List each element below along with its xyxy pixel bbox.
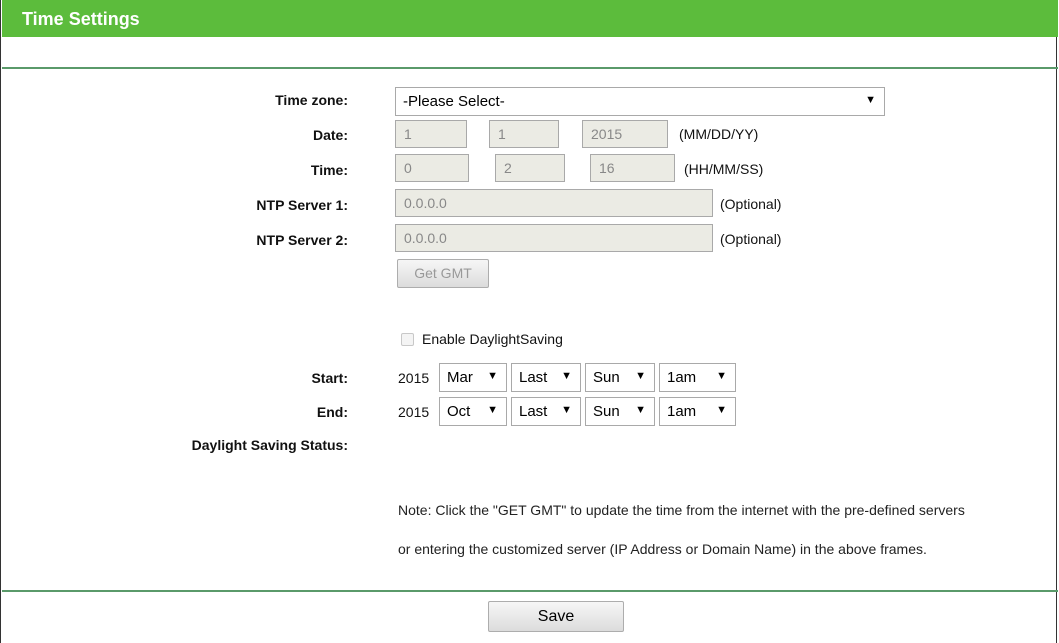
- save-button[interactable]: Save: [488, 601, 624, 632]
- daylight-status-label: Daylight Saving Status:: [191, 437, 348, 453]
- date-format-hint: (MM/DD/YY): [679, 126, 759, 142]
- chevron-down-icon: ▼: [716, 370, 727, 382]
- title-bar: Time Settings: [2, 0, 1058, 37]
- chevron-down-icon: ▼: [487, 370, 498, 382]
- enable-daylight-checkbox[interactable]: [401, 333, 414, 346]
- end-year: 2015: [398, 404, 430, 420]
- end-week-value: Last: [519, 403, 548, 420]
- start-day-select[interactable]: Sun ▼: [585, 363, 655, 392]
- settings-frame: Time Settings Time zone: -Please Select-…: [0, 0, 1058, 643]
- enable-daylight-label: Enable DaylightSaving: [422, 331, 563, 347]
- ntp2-label: NTP Server 2:: [256, 232, 348, 248]
- end-month-value: Oct: [447, 403, 471, 420]
- ntp2-optional-hint: (Optional): [720, 231, 782, 247]
- date-day-field[interactable]: 1: [489, 120, 559, 148]
- note-line-1: Note: Click the "GET GMT" to update the …: [398, 502, 965, 518]
- end-day-select[interactable]: Sun ▼: [585, 397, 655, 426]
- divider-top: [2, 67, 1058, 69]
- start-day-value: Sun: [593, 369, 620, 386]
- start-label: Start:: [311, 370, 348, 386]
- start-year: 2015: [398, 370, 430, 386]
- end-label: End:: [316, 404, 348, 420]
- start-month-value: Mar: [447, 369, 473, 386]
- start-month-select[interactable]: Mar ▼: [439, 363, 507, 392]
- timezone-value: -Please Select-: [403, 93, 505, 110]
- time-second-field[interactable]: 16: [590, 154, 675, 182]
- date-year-field[interactable]: 2015: [582, 120, 668, 148]
- date-label: Date:: [312, 127, 348, 143]
- start-hour-value: 1am: [667, 369, 697, 386]
- date-month-field[interactable]: 1: [395, 120, 467, 148]
- time-hour-field[interactable]: 0: [395, 154, 469, 182]
- time-format-hint: (HH/MM/SS): [684, 161, 764, 177]
- time-label: Time:: [310, 162, 348, 178]
- note-line-2: or entering the customized server (IP Ad…: [398, 541, 927, 557]
- start-week-value: Last: [519, 369, 548, 386]
- chevron-down-icon: ▼: [561, 370, 572, 382]
- timezone-select[interactable]: -Please Select- ▼: [395, 87, 885, 116]
- get-gmt-button[interactable]: Get GMT: [397, 259, 489, 288]
- chevron-down-icon: ▼: [635, 404, 646, 416]
- chevron-down-icon: ▼: [716, 404, 727, 416]
- chevron-down-icon: ▼: [635, 370, 646, 382]
- page-title: Time Settings: [22, 9, 140, 29]
- ntp1-optional-hint: (Optional): [720, 196, 782, 212]
- end-hour-value: 1am: [667, 403, 697, 420]
- start-hour-select[interactable]: 1am ▼: [659, 363, 736, 392]
- ntp1-field[interactable]: 0.0.0.0: [395, 189, 713, 217]
- chevron-down-icon: ▼: [561, 404, 572, 416]
- end-hour-select[interactable]: 1am ▼: [659, 397, 736, 426]
- start-week-select[interactable]: Last ▼: [511, 363, 581, 392]
- timezone-label: Time zone:: [275, 92, 348, 108]
- end-day-value: Sun: [593, 403, 620, 420]
- ntp2-field[interactable]: 0.0.0.0: [395, 224, 713, 252]
- end-month-select[interactable]: Oct ▼: [439, 397, 507, 426]
- divider-bottom: [2, 590, 1058, 592]
- ntp1-label: NTP Server 1:: [256, 197, 348, 213]
- end-week-select[interactable]: Last ▼: [511, 397, 581, 426]
- chevron-down-icon: ▼: [487, 404, 498, 416]
- time-minute-field[interactable]: 2: [495, 154, 565, 182]
- chevron-down-icon: ▼: [865, 94, 876, 106]
